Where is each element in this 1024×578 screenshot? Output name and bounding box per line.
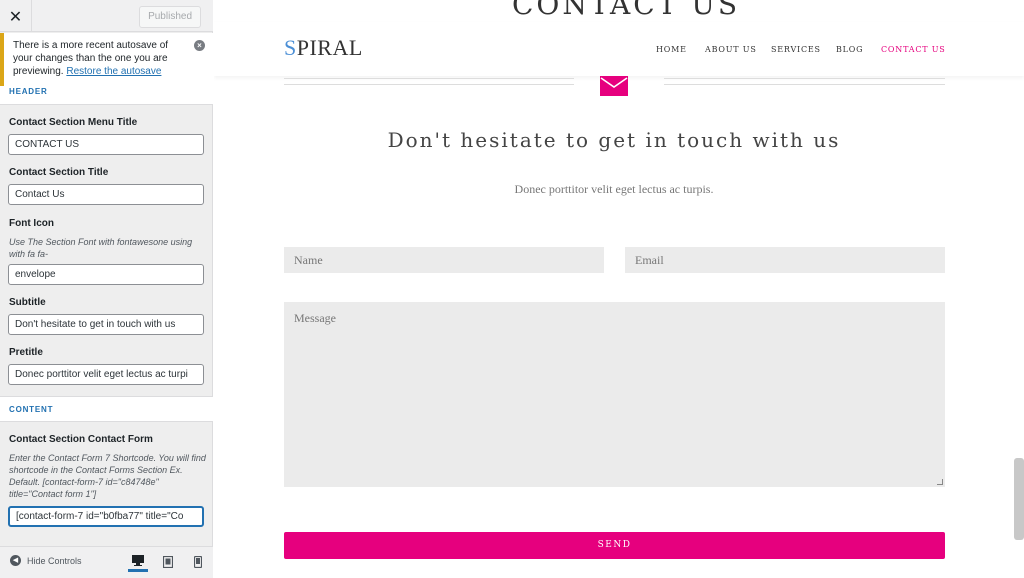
site-logo[interactable]: SPIRAL — [284, 35, 363, 61]
resize-handle-icon[interactable] — [937, 479, 943, 485]
nav-contact-us[interactable]: CONTACT US — [881, 45, 946, 54]
send-button[interactable]: SEND — [284, 532, 945, 559]
logo-rest: PIRAL — [296, 35, 363, 60]
pretitle-input[interactable]: Donec porttitor velit eget lectus ac tur… — [8, 364, 204, 385]
section-title-input[interactable]: Contact Us — [8, 184, 204, 205]
nav-services[interactable]: SERVICES — [771, 45, 821, 54]
hide-controls-button[interactable]: ◀ Hide Controls — [10, 555, 82, 566]
menu-title-label: Contact Section Menu Title — [9, 117, 138, 128]
section-pretitle: Donec porttitor velit eget lectus ac tur… — [514, 182, 714, 196]
preview-scrollbar[interactable] — [1014, 458, 1024, 540]
logo-first-letter: S — [284, 35, 297, 60]
collapse-icon: ◀ — [10, 555, 21, 566]
customizer-sidebar: ✕ Published There is a more recent autos… — [0, 0, 213, 578]
message-placeholder: Message — [294, 311, 336, 325]
menu-title-input[interactable]: CONTACT US — [8, 134, 204, 155]
nav-home[interactable]: HOME — [656, 45, 687, 54]
section-subtitle: Don't hesitate to get in touch with us — [387, 128, 841, 152]
contact-form-description: Enter the Contact Form 7 Shortcode. You … — [9, 453, 206, 499]
site-preview: CONTACT US SPIRAL HOME ABOUT US SERVICES… — [214, 0, 1024, 578]
published-button[interactable]: Published — [139, 6, 201, 28]
mobile-icon[interactable] — [188, 552, 208, 572]
hide-controls-label: Hide Controls — [27, 555, 82, 566]
restore-autosave-link[interactable]: Restore the autosave — [66, 66, 161, 77]
site-navbar: SPIRAL HOME ABOUT US SERVICES BLOG CONTA… — [214, 22, 1024, 76]
contact-form-label: Contact Section Contact Form — [9, 434, 153, 445]
autosave-notice: There is a more recent autosave of your … — [0, 33, 213, 86]
name-input[interactable]: Name — [284, 247, 604, 273]
subtitle-label: Subtitle — [9, 297, 46, 308]
font-icon-description: Use The Section Font with fontawesone us… — [9, 237, 193, 259]
tablet-icon[interactable] — [158, 552, 178, 572]
nav-blog[interactable]: BLOG — [836, 45, 863, 54]
background-section-title: CONTACT US — [512, 0, 741, 21]
pretitle-label: Pretitle — [9, 347, 43, 358]
section-title-label: Contact Section Title — [9, 167, 109, 178]
section-header-content: CONTENT — [0, 396, 213, 422]
font-icon-input[interactable]: envelope — [8, 264, 204, 285]
subtitle-input[interactable]: Don't hesitate to get in touch with us — [8, 314, 204, 335]
close-icon[interactable]: ✕ — [0, 0, 32, 32]
email-input[interactable]: Email — [625, 247, 945, 273]
contact-form-input[interactable]: [contact-form-7 id="b0fba77" title="Co — [8, 506, 204, 527]
message-textarea[interactable]: Message — [284, 302, 945, 487]
decorative-divider-left — [284, 78, 574, 85]
envelope-icon — [600, 76, 628, 96]
section-header-header: HEADER — [0, 86, 213, 105]
customizer-header: ✕ Published — [0, 0, 213, 32]
font-icon-label: Font Icon — [9, 218, 54, 229]
desktop-icon[interactable] — [128, 552, 148, 572]
dismiss-icon[interactable]: × — [194, 40, 205, 51]
nav-about-us[interactable]: ABOUT US — [705, 45, 757, 54]
customizer-footer: ◀ Hide Controls — [0, 546, 213, 578]
decorative-divider-right — [664, 78, 945, 85]
